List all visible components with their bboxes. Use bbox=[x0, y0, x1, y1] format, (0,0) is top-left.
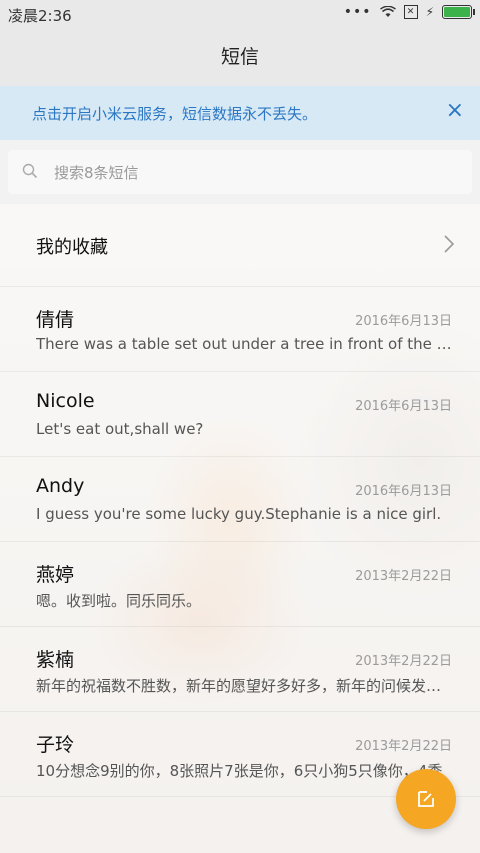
compose-button[interactable] bbox=[396, 769, 456, 829]
search-box[interactable] bbox=[8, 150, 472, 194]
contact-name: Andy bbox=[36, 475, 85, 497]
status-time: 凌晨2:36 bbox=[8, 7, 72, 25]
message-preview: I guess you're some lucky guy.Stephanie … bbox=[36, 505, 442, 523]
search-bar bbox=[0, 140, 480, 204]
favorites-item[interactable]: 我的收藏 bbox=[0, 204, 480, 287]
message-preview: 10分想念9别的你，8张照片7张是你，6只小狗5只像你，4季 bbox=[36, 762, 443, 780]
conversation-item[interactable]: Andy 2016年6月13日 I guess you're some luck… bbox=[0, 457, 480, 542]
contact-name: Nicole bbox=[36, 390, 95, 412]
status-icons: ••• ✕ ⚡ bbox=[343, 4, 475, 20]
conversation-item[interactable]: Nicole 2016年6月13日 Let's eat out,shall we… bbox=[0, 372, 480, 457]
contact-name: 子玲 bbox=[36, 734, 75, 756]
edit-icon bbox=[418, 791, 434, 807]
no-sim-icon: ✕ bbox=[403, 5, 418, 19]
search-input[interactable] bbox=[52, 160, 456, 186]
message-date: 2013年2月22日 bbox=[355, 739, 452, 754]
conversation-list: 我的收藏 倩倩 2016年6月13日 There was a table set… bbox=[0, 204, 480, 797]
page-title: 短信 bbox=[220, 46, 259, 68]
battery-icon bbox=[442, 5, 475, 19]
contact-name: 燕婷 bbox=[36, 564, 75, 586]
message-preview: 嗯。收到啦。同乐同乐。 bbox=[36, 592, 202, 610]
message-preview: Let's eat out,shall we? bbox=[36, 420, 204, 438]
wifi-icon bbox=[379, 6, 396, 17]
more-dots-icon: ••• bbox=[343, 4, 372, 20]
close-icon[interactable]: × bbox=[446, 98, 464, 123]
message-date: 2013年2月22日 bbox=[355, 654, 452, 669]
conversation-item[interactable]: 燕婷 2013年2月22日 嗯。收到啦。同乐同乐。 bbox=[0, 542, 480, 627]
contact-name: 紫楠 bbox=[36, 649, 75, 671]
message-date: 2016年6月13日 bbox=[355, 314, 452, 329]
message-date: 2013年2月22日 bbox=[355, 569, 452, 584]
conversation-item[interactable]: 倩倩 2016年6月13日 There was a table set out … bbox=[0, 287, 480, 372]
message-date: 2016年6月13日 bbox=[355, 399, 452, 414]
message-preview: 新年的祝福数不胜数，新年的愿望好多好多，新年的问候发给你 bbox=[36, 677, 452, 695]
charging-icon: ⚡ bbox=[425, 5, 434, 19]
message-date: 2016年6月13日 bbox=[355, 484, 452, 499]
favorites-label: 我的收藏 bbox=[36, 237, 108, 258]
cloud-service-banner[interactable]: 点击开启小米云服务，短信数据永不丢失。 × bbox=[0, 86, 480, 140]
contact-name: 倩倩 bbox=[36, 309, 75, 331]
chevron-right-icon bbox=[444, 235, 454, 253]
search-icon bbox=[22, 163, 38, 179]
battery-fill bbox=[444, 7, 470, 17]
conversation-item[interactable]: 紫楠 2013年2月22日 新年的祝福数不胜数，新年的愿望好多好多，新年的问候发… bbox=[0, 627, 480, 712]
status-bar: 凌晨2:36 ••• ✕ ⚡ bbox=[0, 0, 480, 28]
message-preview: There was a table set out under a tree i… bbox=[36, 335, 452, 353]
banner-text[interactable]: 点击开启小米云服务，短信数据永不丢失。 bbox=[32, 103, 317, 124]
title-bar: 短信 bbox=[0, 28, 480, 86]
